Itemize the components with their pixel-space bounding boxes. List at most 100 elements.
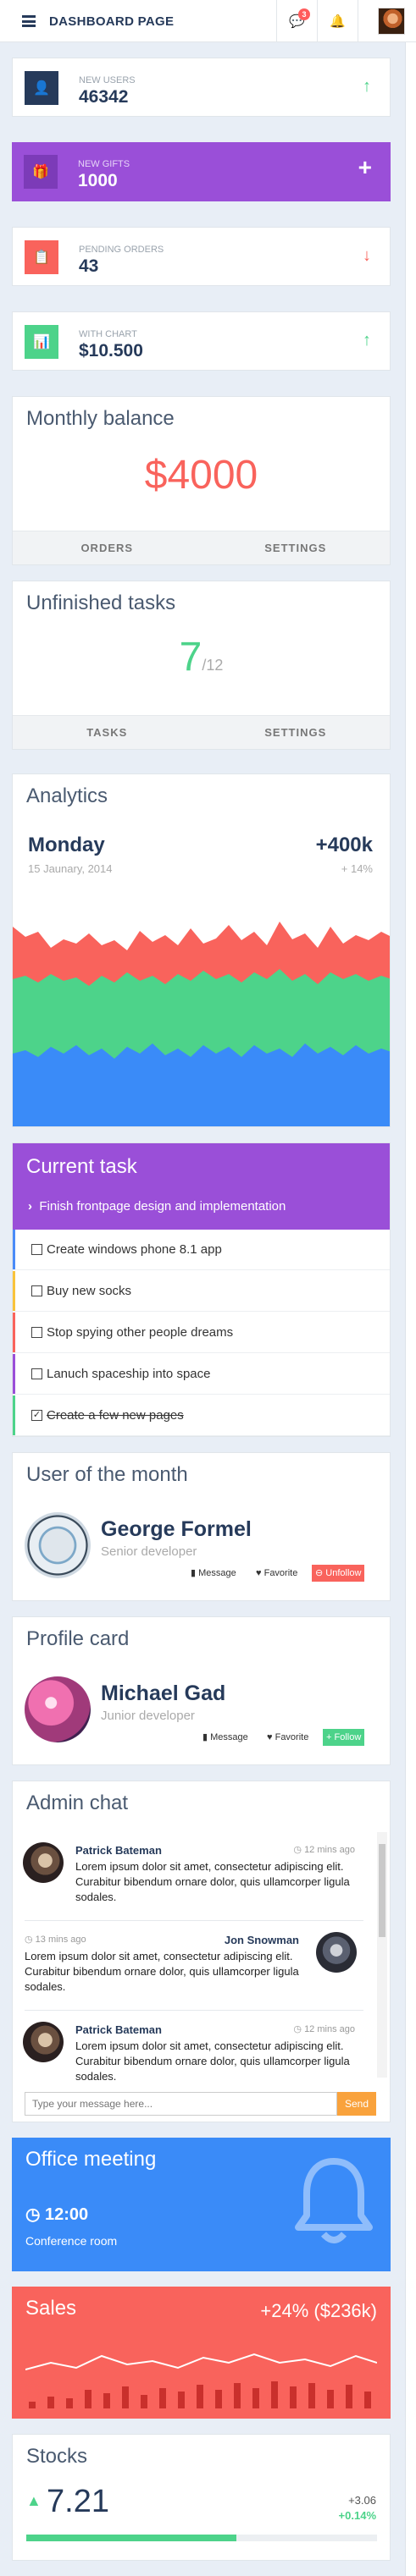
monthly-balance-card: Monthly balance $4000 ORDERS SETTINGS xyxy=(12,396,391,565)
task-label: Create windows phone 8.1 app xyxy=(47,1242,222,1257)
favorite-button[interactable]: ♥ Favorite xyxy=(263,1729,312,1746)
bell-icon xyxy=(295,2158,373,2243)
current-task-item[interactable]: › Finish frontpage design and implementa… xyxy=(28,1199,286,1214)
task-checkbox[interactable] xyxy=(31,1244,42,1255)
task-color-stripe xyxy=(13,1271,15,1311)
tasks-done-count: 7 xyxy=(179,635,202,680)
user-name: George Formel xyxy=(101,1517,252,1541)
sales-bars xyxy=(29,2381,371,2408)
page-scrollbar[interactable] xyxy=(405,42,416,2576)
menu-icon[interactable] xyxy=(22,15,36,27)
avatar xyxy=(25,1512,91,1578)
tasks-button[interactable]: TASKS xyxy=(13,716,202,749)
profile-card: Profile card Michael Gad Junior develope… xyxy=(12,1616,391,1765)
chevron-right-icon: › xyxy=(28,1199,32,1214)
task-label: Lanuch spaceship into space xyxy=(47,1367,211,1381)
follow-button[interactable]: + Follow xyxy=(323,1729,365,1746)
task-color-stripe xyxy=(13,1230,15,1269)
task-item[interactable]: Stop spying other people dreams xyxy=(13,1313,390,1353)
up-arrow-icon[interactable]: ↑ xyxy=(363,77,371,96)
card-title: Analytics xyxy=(26,784,108,807)
page-title: DASHBOARD PAGE xyxy=(49,14,175,29)
bell-icon: 🔔 xyxy=(330,14,346,29)
clipboard-icon: 📋 xyxy=(25,240,58,274)
stock-progress-fill xyxy=(26,2535,237,2541)
analytics-area-chart xyxy=(13,922,390,1126)
clock-icon: ◷ xyxy=(25,1935,33,1945)
unfollow-button[interactable]: ⊖ Unfollow xyxy=(312,1565,365,1582)
meeting-time: 12:00 xyxy=(45,2205,89,2224)
stat-card: 🎁 NEW GIFTS 1000 + xyxy=(12,142,391,201)
tasks-total-count: /12 xyxy=(202,657,224,674)
stat-value: $10.500 xyxy=(79,341,143,361)
stat-value: 46342 xyxy=(79,87,129,107)
office-meeting-card: Office meeting ◷ 12:00 Conference room xyxy=(12,2138,391,2271)
avatar xyxy=(25,1676,91,1742)
card-title: Monthly balance xyxy=(26,407,175,430)
user-name: Michael Gad xyxy=(101,1682,226,1705)
send-button[interactable]: Send xyxy=(337,2092,376,2116)
messages-button[interactable]: 💬 3 xyxy=(276,0,317,42)
unfinished-tasks-card: Unfinished tasks 7/12 TASKS SETTINGS xyxy=(12,581,391,750)
stock-change-abs: +3.06 xyxy=(348,2494,376,2507)
user-role: Senior developer xyxy=(101,1544,197,1559)
stat-value: 1000 xyxy=(78,171,118,190)
up-arrow-icon[interactable]: ↑ xyxy=(363,331,371,350)
scroll-thumb[interactable] xyxy=(379,1844,385,1937)
task-item[interactable]: Create windows phone 8.1 app xyxy=(13,1230,390,1270)
task-item[interactable]: ✓ Create a few new pages xyxy=(13,1395,390,1436)
current-task-card: Current task › Finish frontpage design a… xyxy=(12,1142,391,1437)
settings-button[interactable]: SETTINGS xyxy=(202,716,391,749)
sales-change: +24% ($236k) xyxy=(260,2300,377,2321)
stock-progress xyxy=(26,2535,377,2541)
card-title: Stocks xyxy=(26,2445,88,2468)
user-avatar[interactable] xyxy=(378,8,405,35)
stat-label: PENDING ORDERS xyxy=(79,245,164,255)
task-item[interactable]: Buy new socks xyxy=(13,1271,390,1312)
minus-icon: ⊖ xyxy=(315,1568,324,1578)
orders-button[interactable]: ORDERS xyxy=(13,531,202,564)
chat-scrollbar[interactable] xyxy=(377,1832,387,2078)
task-color-stripe xyxy=(13,1313,15,1352)
task-checkbox[interactable] xyxy=(31,1285,42,1296)
chat-message-input[interactable] xyxy=(25,2092,337,2116)
avatar xyxy=(316,1932,357,1973)
divider xyxy=(25,1920,363,1921)
task-checkbox[interactable] xyxy=(31,1327,42,1338)
settings-button[interactable]: SETTINGS xyxy=(202,531,391,564)
favorite-button[interactable]: ♥ Favorite xyxy=(252,1565,301,1582)
heart-icon: ♥ xyxy=(256,1568,262,1578)
bar-chart-icon: 📊 xyxy=(25,325,58,359)
card-title: User of the month xyxy=(26,1463,188,1486)
clock-icon: ◷ xyxy=(293,1845,302,1855)
comment-icon: ▮ xyxy=(202,1732,208,1742)
stock-value: 7.21 xyxy=(47,2484,109,2519)
task-checkbox[interactable] xyxy=(31,1368,42,1379)
chat-message: ◷ 13 mins ago Jon Snowman Lorem ipsum do… xyxy=(13,1924,363,2008)
plus-icon: + xyxy=(326,1732,332,1742)
divider xyxy=(25,2010,363,2011)
message-button[interactable]: ▮ Message xyxy=(199,1729,252,1746)
plus-icon[interactable]: + xyxy=(358,154,372,181)
task-color-stripe xyxy=(13,1395,15,1435)
card-title: Current task xyxy=(26,1155,137,1178)
notifications-button[interactable]: 🔔 xyxy=(317,0,358,42)
task-label: Buy new socks xyxy=(47,1284,132,1298)
task-checkbox[interactable]: ✓ xyxy=(31,1410,42,1421)
clock-icon: ◷ xyxy=(25,2205,41,2224)
stat-card: 📊 WITH CHART $10.500 ↑ xyxy=(12,311,391,371)
down-arrow-icon[interactable]: ↓ xyxy=(363,246,371,266)
analytics-day: Monday xyxy=(28,834,105,856)
stat-label: NEW GIFTS xyxy=(78,159,130,169)
meeting-place: Conference room xyxy=(25,2234,118,2248)
sales-card: Sales +24% ($236k) xyxy=(12,2287,391,2419)
message-button[interactable]: ▮ Message xyxy=(187,1565,240,1582)
avatar xyxy=(23,2022,64,2062)
top-bar: DASHBOARD PAGE 💬 3 🔔 xyxy=(0,0,416,42)
avatar xyxy=(23,1842,64,1883)
stat-label: WITH CHART xyxy=(79,329,137,339)
task-item[interactable]: Lanuch spaceship into space xyxy=(13,1354,390,1395)
analytics-card: Analytics Monday 15 Jaunary, 2014 +400k … xyxy=(12,773,391,1127)
stat-card: 📋 PENDING ORDERS 43 ↓ xyxy=(12,227,391,286)
balance-amount: $4000 xyxy=(144,453,258,498)
